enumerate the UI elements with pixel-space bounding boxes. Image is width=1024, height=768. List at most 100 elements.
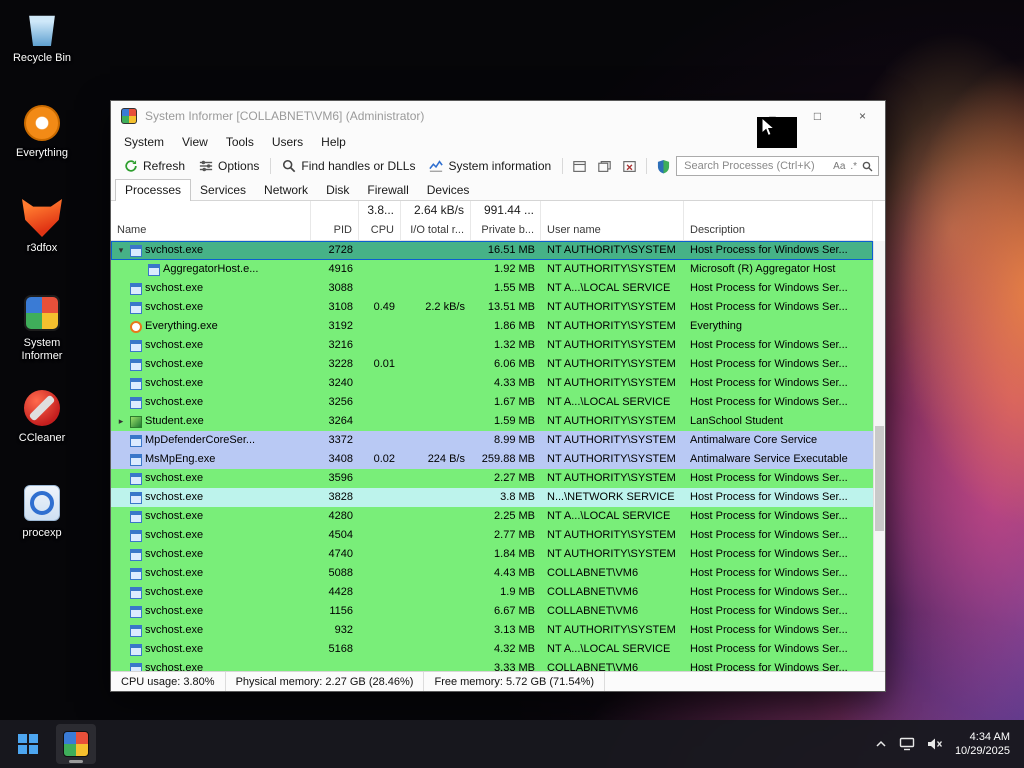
process-user-name: NT AUTHORITY\SYSTEM (547, 472, 676, 484)
process-name: svchost.exe (145, 301, 204, 313)
process-name-cell: svchost.exe (111, 526, 311, 545)
process-row-mpdefendercoreser[interactable]: MpDefenderCoreSer... 3372 8.99 MB NT AUTHOR… (111, 431, 873, 450)
app-icon (121, 108, 137, 124)
column-header-pid[interactable]: PID (311, 220, 359, 241)
process-row-svchost-exe[interactable]: svchost.exe 3596 2.27 MB NT AUTHORITY\SYSTE… (111, 469, 873, 488)
refresh-label: Refresh (143, 159, 186, 173)
process-row-svchost-exe[interactable]: svchost.exe 1156 6.67 MB COLLABNET\VM6 Host … (111, 602, 873, 621)
taskbar-clock[interactable]: 4:34 AM 10/29/2025 (955, 730, 1010, 758)
desktop-icon-ccleaner[interactable]: CCleaner (4, 388, 80, 478)
column-header-private-b[interactable]: Private b... (471, 220, 541, 241)
io-total[interactable]: 2.64 kB/s (401, 201, 471, 220)
tab-disk[interactable]: Disk (317, 180, 358, 200)
process-row-student-exe[interactable]: ▸ Student.exe 3264 1.59 MB NT AUTHORITY\SYST… (111, 412, 873, 431)
desktop-icon-recycle-bin[interactable]: Recycle Bin (4, 8, 80, 98)
volume-mute-icon[interactable] (927, 737, 943, 751)
desktop-icon-system-informer[interactable]: System Informer (4, 293, 80, 383)
menu-users[interactable]: Users (263, 133, 312, 151)
process-name: svchost.exe (145, 472, 204, 484)
defender-shield-button[interactable] (651, 155, 676, 177)
open-window-button[interactable] (567, 155, 592, 177)
close-button[interactable]: × (840, 101, 885, 131)
tab-network[interactable]: Network (255, 180, 317, 200)
process-row-svchost-exe[interactable]: svchost.exe 3240 4.33 MB NT AUTHORITY\SYSTE… (111, 374, 873, 393)
options-button[interactable]: Options (192, 156, 266, 176)
scrollbar-thumb[interactable] (875, 426, 884, 531)
maximize-button[interactable]: □ (795, 101, 840, 131)
process-row-svchost-exe[interactable]: svchost.exe 4280 2.25 MB NT A...\LOCAL SERV… (111, 507, 873, 526)
process-row-svchost-exe[interactable]: svchost.exe 3256 1.67 MB NT A...\LOCAL SERV… (111, 393, 873, 412)
taskbar-item-system-informer[interactable] (56, 724, 96, 764)
network-icon[interactable] (899, 737, 915, 751)
desktop-icon-r3dfox[interactable]: r3dfox (4, 198, 80, 288)
column-header-user-name[interactable]: User name (541, 220, 684, 241)
process-row-svchost-exe[interactable]: svchost.exe 4740 1.84 MB NT AUTHORITY\SYSTE… (111, 545, 873, 564)
process-name: svchost.exe (145, 529, 204, 541)
process-io-total (401, 279, 471, 298)
process-user-name: NT AUTHORITY\SYSTEM (547, 548, 676, 560)
process-row-svchost-exe[interactable]: svchost.exe 3828 3.8 MB N...\NETWORK SERVIC… (111, 488, 873, 507)
list-header: 3.8... 2.64 kB/s 991.44 ... Name PID CPU I/O … (111, 201, 885, 241)
refresh-button[interactable]: Refresh (117, 156, 192, 176)
tab-devices[interactable]: Devices (418, 180, 479, 200)
expand-right-icon[interactable]: ▸ (115, 412, 127, 431)
process-user-name: NT AUTHORITY\SYSTEM (547, 358, 676, 370)
process-row-svchost-exe[interactable]: svchost.exe 3228 0.01 6.06 MB NT AUTHORITY\S… (111, 355, 873, 374)
process-row-svchost-exe[interactable]: svchost.exe 3108 0.49 2.2 kB/s 13.51 MB NT AU… (111, 298, 873, 317)
search-input[interactable] (682, 159, 829, 173)
free-memory-status: Free memory: 5.72 GB (71.54%) (424, 672, 606, 691)
process-cpu (359, 393, 401, 412)
process-row-aggregatorhost-e[interactable]: AggregatorHost.e... 4916 1.92 MB NT AUTHORI… (111, 260, 873, 279)
column-header-description[interactable]: Description (684, 220, 873, 241)
cpu-total[interactable]: 3.8... (359, 201, 401, 220)
process-row-svchost-exe[interactable]: svchost.exe 5168 4.32 MB NT A...\LOCAL SERV… (111, 640, 873, 659)
process-name: MpDefenderCoreSer... (145, 434, 256, 446)
process-row-svchost-exe[interactable]: svchost.exe 4428 1.9 MB COLLABNET\VM6 Host P… (111, 583, 873, 602)
process-pid: 4916 (328, 263, 353, 275)
menu-help[interactable]: Help (312, 133, 355, 151)
close-window-button[interactable] (617, 155, 642, 177)
regex-toggle[interactable]: .* (850, 161, 857, 172)
column-header-name[interactable]: Name (111, 220, 311, 241)
menu-system[interactable]: System (115, 133, 173, 151)
private-bytes-total[interactable]: 991.44 ... (471, 201, 541, 220)
process-row-svchost-exe[interactable]: svchost.exe 932 3.13 MB NT AUTHORITY\SYSTEM… (111, 621, 873, 640)
desktop-icon-everything[interactable]: Everything (4, 103, 80, 193)
column-header-cpu[interactable]: CPU (359, 220, 401, 241)
find-handles-button[interactable]: Find handles or DLLs (275, 156, 422, 176)
process-description: LanSchool Student (690, 415, 783, 427)
new-window-button[interactable] (592, 155, 617, 177)
menu-view[interactable]: View (173, 133, 217, 151)
process-row-svchost-exe[interactable]: svchost.exe 3088 1.55 MB NT A...\LOCAL SERV… (111, 279, 873, 298)
expand-down-icon[interactable]: ▾ (115, 241, 127, 260)
column-header-i-o-total-r[interactable]: I/O total r... (401, 220, 471, 241)
process-row-msmpeng-exe[interactable]: MsMpEng.exe 3408 0.02 224 B/s 259.88 MB NT AU… (111, 450, 873, 469)
process-user-name: NT AUTHORITY\SYSTEM (547, 415, 676, 427)
options-icon (199, 160, 213, 172)
process-row-svchost-exe[interactable]: svchost.exe 5088 4.43 MB COLLABNET\VM6 Host … (111, 564, 873, 583)
process-name: MsMpEng.exe (145, 453, 216, 465)
process-row-everything-exe[interactable]: Everything.exe 3192 1.86 MB NT AUTHORITY\SY… (111, 317, 873, 336)
tab-firewall[interactable]: Firewall (358, 180, 417, 200)
menu-tools[interactable]: Tools (217, 133, 263, 151)
process-user-name: NT AUTHORITY\SYSTEM (547, 624, 676, 636)
window-process-icon (130, 586, 142, 599)
process-description: Host Process for Windows Ser... (690, 529, 848, 541)
process-cpu (359, 317, 401, 336)
process-pid: 2728 (328, 244, 353, 256)
tab-services[interactable]: Services (191, 180, 255, 200)
vertical-scrollbar[interactable] (873, 241, 885, 671)
process-row-svchost-exe[interactable]: svchost.exe 4504 2.77 MB NT AUTHORITY\SYSTE… (111, 526, 873, 545)
window-process-icon (130, 624, 142, 637)
window-pane-icon (573, 160, 586, 172)
process-name-cell: svchost.exe (111, 507, 311, 526)
match-case-toggle[interactable]: Aa (833, 161, 845, 172)
tab-processes[interactable]: Processes (115, 179, 192, 201)
desktop-icon-procexp[interactable]: procexp (4, 483, 80, 573)
process-row-svchost-exe[interactable]: svchost.exe 3.33 MB COLLABNET\VM6 Host Proc… (111, 659, 873, 671)
process-row-svchost-exe[interactable]: ▾ svchost.exe 2728 16.51 MB NT AUTHORITY\SYS… (111, 241, 873, 260)
tray-chevron-up-icon[interactable] (875, 738, 887, 750)
system-information-button[interactable]: System information (422, 156, 558, 176)
start-button[interactable] (8, 724, 48, 764)
process-row-svchost-exe[interactable]: svchost.exe 3216 1.32 MB NT AUTHORITY\SYSTE… (111, 336, 873, 355)
